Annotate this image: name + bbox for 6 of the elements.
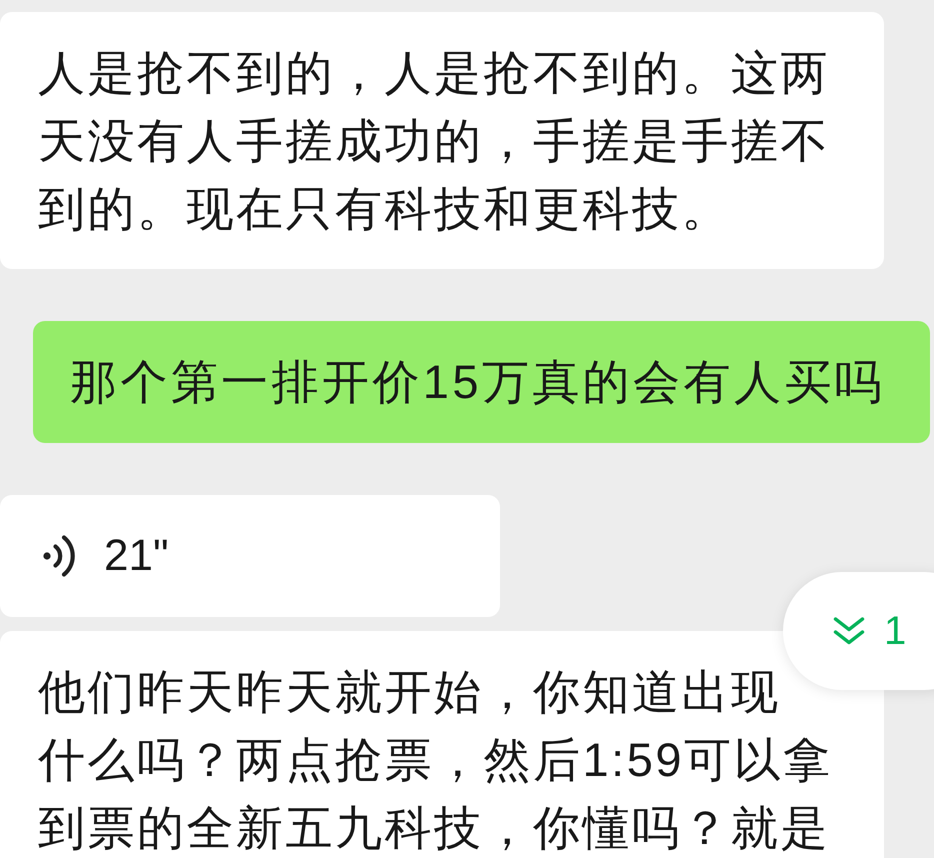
message-text: 那个第一排开价15万真的会有人买吗	[70, 354, 886, 410]
double-chevron-down-icon	[833, 616, 865, 646]
voice-message-bubble[interactable]: 21"	[0, 495, 500, 617]
message-text: 人是抢不到的，人是抢不到的。这两 天没有人手搓成功的，手搓是手搓不 到的。现在只有科技和更科技。	[38, 45, 831, 237]
voice-duration: 21"	[104, 534, 169, 578]
voice-wave-icon	[43, 535, 75, 577]
